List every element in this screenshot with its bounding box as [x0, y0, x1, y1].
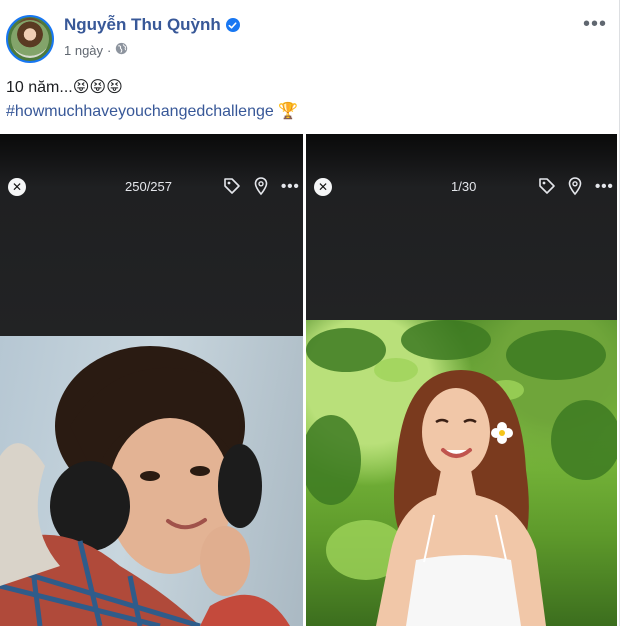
- hashtag-link[interactable]: #howmuchhaveyouchangedchallenge: [6, 103, 274, 120]
- photo-options-button[interactable]: •••: [595, 178, 614, 195]
- photo-counter: 1/30: [451, 179, 477, 194]
- verified-badge-icon: [225, 18, 240, 32]
- photo-counter: 250/257: [125, 179, 172, 194]
- viewer-dark-area: [0, 188, 303, 336]
- photo-image-young: [0, 336, 303, 626]
- location-pin-icon[interactable]: [251, 176, 271, 196]
- author-name-row: Nguyễn Thu Quỳnh: [64, 15, 240, 35]
- author-name[interactable]: Nguyễn Thu Quỳnh: [64, 15, 221, 35]
- photo-right[interactable]: ✕ 1/30 •••: [306, 134, 617, 626]
- author-avatar[interactable]: [6, 15, 54, 63]
- post-text: 10 năm...😝😝😝: [6, 79, 123, 96]
- hashtag-line: #howmuchhaveyouchangedchallenge 🏆: [6, 100, 298, 124]
- globe-icon[interactable]: [115, 42, 128, 58]
- tag-icon[interactable]: [222, 176, 242, 196]
- post-options-button[interactable]: •••: [583, 14, 607, 34]
- trophy-emoji: 🏆: [278, 103, 299, 120]
- post-meta: 1 ngày ·: [64, 42, 128, 58]
- close-viewer-button[interactable]: ✕: [314, 178, 332, 196]
- photo-left[interactable]: ✕ 250/257 •••: [0, 134, 303, 626]
- photo-image-current: [306, 320, 617, 626]
- location-pin-icon[interactable]: [565, 176, 585, 196]
- photo-options-button[interactable]: •••: [281, 178, 300, 195]
- viewer-dark-area: [306, 188, 617, 320]
- tag-icon[interactable]: [537, 176, 557, 196]
- close-viewer-button[interactable]: ✕: [8, 178, 26, 196]
- meta-separator: ·: [107, 42, 112, 58]
- avatar-photo: [11, 20, 49, 58]
- post-time[interactable]: 1 ngày: [64, 43, 103, 58]
- facebook-post-card: Nguyễn Thu Quỳnh 1 ngày · ••• 10 năm...😝…: [0, 0, 620, 626]
